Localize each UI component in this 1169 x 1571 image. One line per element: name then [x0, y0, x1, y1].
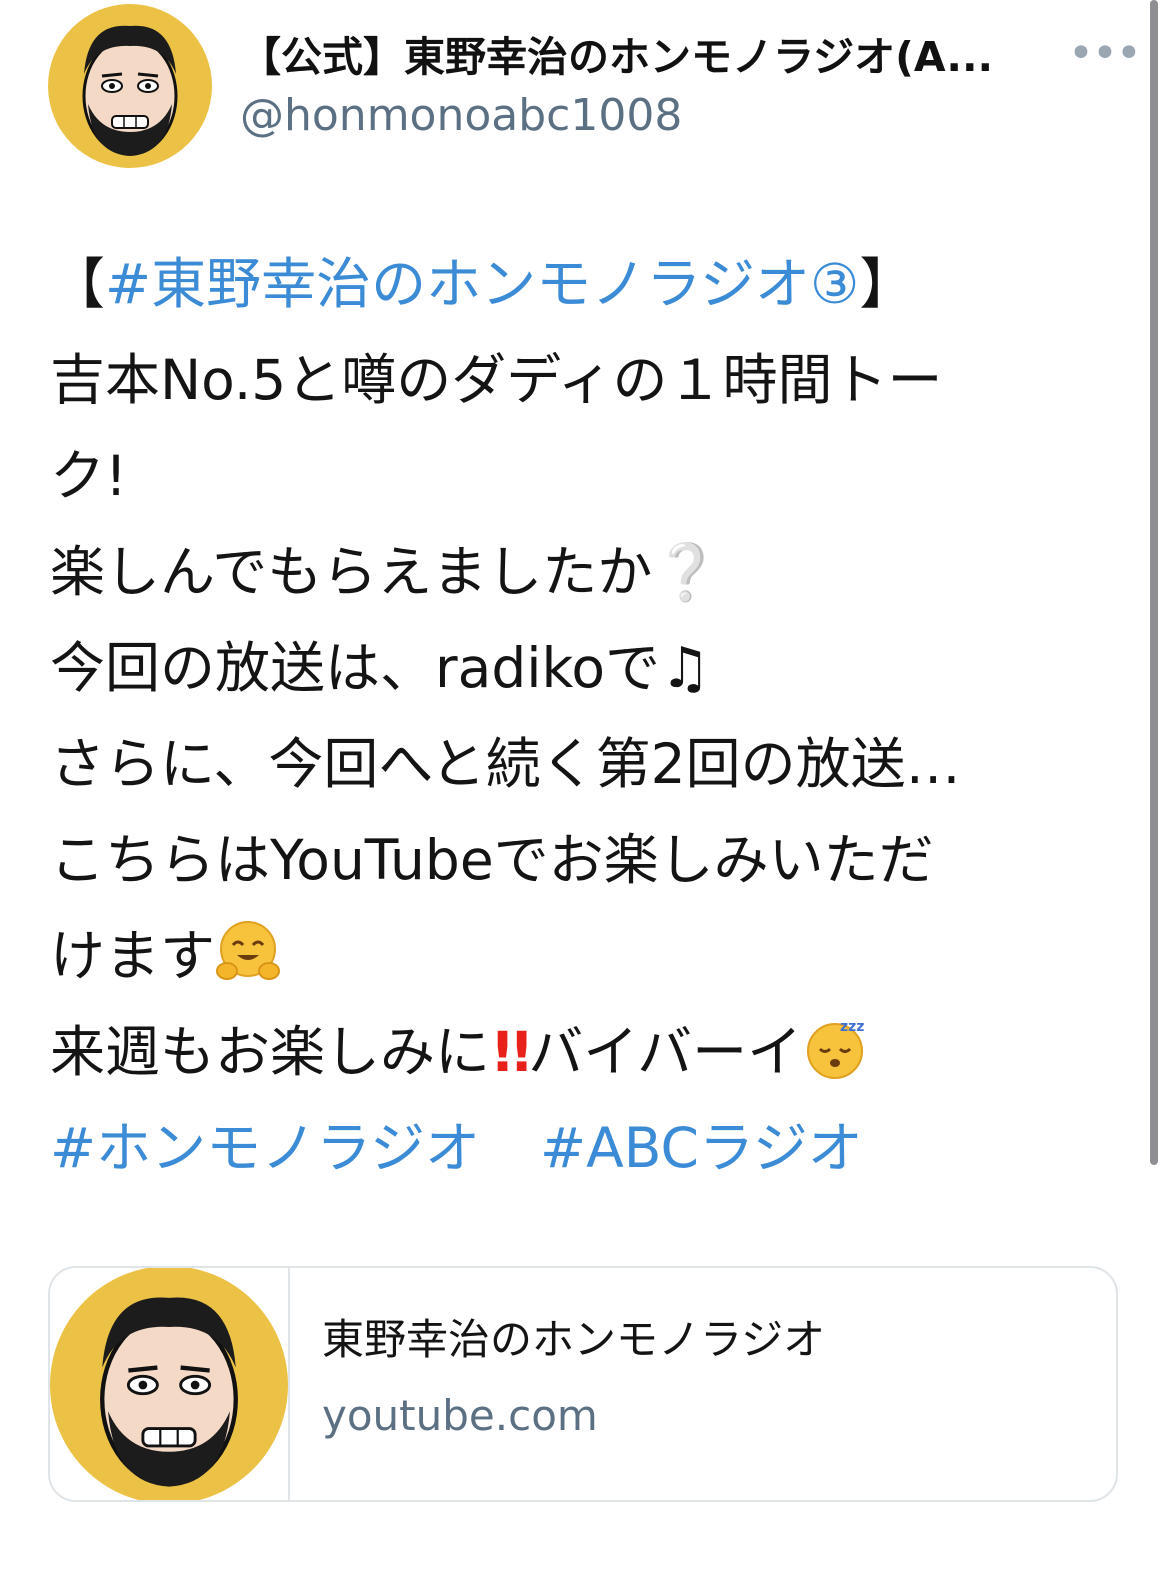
card-title: 東野幸治のホンモノラジオ [322, 1315, 826, 1364]
link-preview-card[interactable]: 東野幸治のホンモノラジオ youtube.com [48, 1266, 1118, 1502]
tweet-line-6: さらに、今回へと続く第2回の放送… [50, 732, 961, 796]
more-dots-icon[interactable]: ••• [1068, 32, 1142, 76]
card-domain: youtube.com [322, 1391, 598, 1440]
tweet-line-1: 【#東野幸治のホンモノラジオ③】 [50, 236, 1130, 332]
tweet-line-2: 吉本No.5と噂のダディの１時間トー [50, 348, 943, 412]
hashtag-link-main[interactable]: #東野幸治のホンモノラジオ③ [105, 252, 859, 316]
tweet-line-9-text-a: 来週もお楽しみに [50, 1020, 491, 1084]
caricature-face-icon [100, 1297, 238, 1487]
tweet-line-9: 来週もお楽しみに!!バイバーイ zzz [50, 1004, 1130, 1100]
svg-text:zzz: zzz [840, 1019, 864, 1035]
hashtag-link-abc[interactable]: #ABCラジオ [540, 1116, 863, 1180]
scrollbar[interactable] [1150, 0, 1158, 1165]
hashtag-link-honmono[interactable]: #ホンモノラジオ [50, 1116, 480, 1180]
account-handle[interactable]: @honmonoabc1008 [240, 88, 682, 144]
tweet-line-9-text-b: バイバーイ [528, 1020, 803, 1084]
tweet-line-7: こちらはYouTubeでお楽しみいただ [50, 828, 934, 892]
profile-avatar[interactable] [48, 4, 212, 168]
account-display-name[interactable]: 【公式】東野幸治のホンモノラジオ(A... [240, 30, 1060, 84]
sleeping-face-icon: zzz [807, 1019, 865, 1079]
tweet-line-8: けます [50, 908, 1130, 1004]
tweet-line-5: 今回の放送は、radikoで♫ [50, 620, 1130, 716]
music-note-icon: ♫ [660, 636, 711, 701]
tweet-hashtags: #ホンモノラジオ #ABCラジオ [50, 1100, 1130, 1196]
tweet-line-8-text: けます [50, 924, 216, 988]
bracket-open: 【 [50, 252, 106, 316]
tweet-line-4-text: 楽しんでもらえましたか [50, 540, 653, 604]
question-mark-icon: ❔ [652, 540, 721, 604]
double-exclamation-icon: !! [490, 1020, 534, 1084]
tweet-line-5-text: 今回の放送は、radikoで [50, 636, 661, 700]
bracket-close: 】 [859, 252, 915, 316]
hugging-face-icon [216, 921, 281, 980]
tweet-line-4: 楽しんでもらえましたか❔ [50, 524, 1130, 620]
tweet-line-3: ク! [50, 444, 128, 508]
caricature-face-icon [82, 25, 178, 156]
card-thumbnail [50, 1268, 290, 1500]
card-thumbnail-circle [50, 1268, 288, 1500]
tweet-text: 【#東野幸治のホンモノラジオ③】 吉本No.5と噂のダディの１時間トー ク! 楽… [50, 236, 1130, 1196]
